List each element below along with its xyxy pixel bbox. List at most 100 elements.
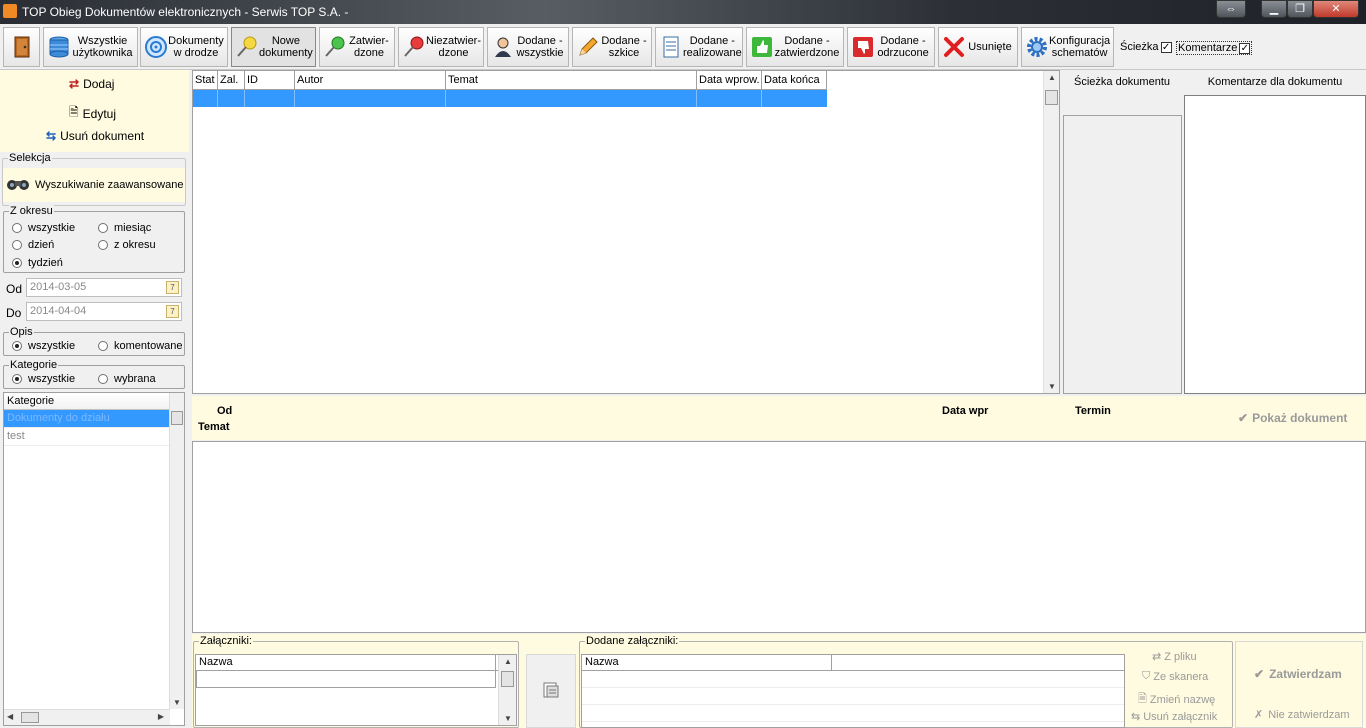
pencil-icon [576, 35, 600, 59]
added-attachments-extra-column[interactable] [832, 655, 1124, 670]
scroll-thumb[interactable] [21, 712, 39, 723]
period-range-radio[interactable]: z okresu [98, 239, 156, 251]
category-vertical-scrollbar[interactable]: ▼ [169, 393, 184, 709]
category-horizontal-scrollbar[interactable]: ◀ ▶ [4, 709, 170, 725]
path-checkbox[interactable]: ✓ [1160, 41, 1172, 53]
restore-window-button[interactable]: ⇔ [1216, 0, 1246, 18]
description-all-label: wszystkie [28, 340, 76, 352]
added-all-button[interactable]: Dodane - wszystkie [487, 27, 569, 67]
thumbs-up-icon [750, 35, 774, 59]
period-month-radio[interactable]: miesiąc [98, 222, 151, 234]
column-subject[interactable]: Temat [446, 71, 697, 89]
added-attachment-row[interactable] [582, 688, 1124, 705]
radio-circle [12, 223, 22, 233]
added-drafts-button[interactable]: Dodane - szkice [572, 27, 652, 67]
edit-document-button[interactable]: 🗎 Edytuj [69, 103, 116, 124]
added-approved-label: Dodane - zatwierdzone [774, 35, 840, 59]
table-cell [218, 90, 245, 107]
column-date-in[interactable]: Data wprow. [697, 71, 762, 89]
advanced-search-button[interactable]: Wyszukiwanie zaawansowane [3, 168, 185, 202]
scroll-thumb[interactable] [501, 671, 514, 687]
exit-button[interactable] [3, 27, 40, 67]
comments-toggle[interactable]: Komentarze ✓ [1176, 41, 1253, 55]
description-all-radio[interactable]: wszystkie [12, 340, 75, 352]
attachments-section: Załączniki: Nazwa ▲ ▼ Dodane załączniki:… [192, 634, 1366, 728]
added-in-progress-button[interactable]: Dodane - realizowane [655, 27, 743, 67]
remove-attachment-button[interactable]: ⇆ Usuń załącznik [1131, 710, 1217, 724]
path-toggle[interactable]: Ścieżka ✓ [1120, 41, 1172, 53]
attachment-row[interactable] [196, 671, 496, 688]
documents-in-transit-button[interactable]: Dokumenty w drodze [140, 27, 228, 67]
schema-config-button[interactable]: Konfiguracja schematów [1021, 27, 1114, 67]
scroll-up-icon[interactable]: ▲ [1048, 73, 1056, 82]
calendar-icon[interactable]: 7 [166, 305, 179, 318]
period-all-radio[interactable]: wszystkie [12, 222, 75, 234]
new-documents-button[interactable]: Nowe dokumenty [231, 27, 316, 67]
scroll-down-icon[interactable]: ▼ [1048, 382, 1056, 391]
category-all-radio[interactable]: wszystkie [12, 373, 75, 385]
added-attachment-row[interactable] [582, 705, 1124, 722]
reject-button[interactable]: ✗ Nie zatwierdzam [1254, 708, 1350, 722]
approved-button[interactable]: Zatwier- dzone [319, 27, 395, 67]
scroll-thumb[interactable] [171, 411, 183, 425]
attachments-scrollbar[interactable]: ▲ ▼ [498, 655, 516, 725]
scroll-thumb[interactable] [1045, 90, 1058, 105]
category-item[interactable]: Dokumenty do działu [4, 410, 170, 428]
minimize-button[interactable]: ▁ [1261, 0, 1287, 18]
deleted-label: Usunięte [968, 41, 1012, 53]
close-button[interactable]: ✕ [1313, 0, 1359, 18]
delete-document-button[interactable]: ⇆ Usuń dokument [46, 129, 144, 143]
add-document-button[interactable]: ⇄ Dodaj [69, 77, 114, 91]
document-comments-panel[interactable] [1184, 95, 1366, 394]
show-document-label: Pokaż dokument [1252, 411, 1348, 425]
column-author[interactable]: Autor [295, 71, 446, 89]
all-user-documents-button[interactable]: Wszystkie użytkownika [43, 27, 138, 67]
column-status[interactable]: Stat [193, 71, 218, 89]
approve-label: Zatwierdzam [1269, 667, 1342, 681]
added-approved-button[interactable]: Dodane - zatwierdzone [746, 27, 844, 67]
date-from-input[interactable]: 2014-03-05 7 [26, 278, 182, 297]
document-body[interactable] [192, 441, 1366, 633]
date-to-input[interactable]: 2014-04-04 7 [26, 302, 182, 321]
attachments-name-column[interactable]: Nazwa [196, 655, 496, 670]
date-to-value: 2014-04-04 [30, 305, 87, 317]
added-attachments-name-column[interactable]: Nazwa [582, 655, 832, 670]
selection-title: Selekcja [8, 152, 52, 164]
grid-vertical-scrollbar[interactable]: ▲ ▼ [1043, 71, 1059, 393]
from-file-button[interactable]: ⇄ Z pliku [1152, 650, 1197, 664]
approve-button[interactable]: ✔ Zatwierdzam [1254, 667, 1342, 681]
period-week-radio[interactable]: tydzień [12, 257, 63, 269]
scroll-right-icon[interactable]: ▶ [158, 712, 164, 721]
calendar-icon[interactable]: 7 [166, 281, 179, 294]
table-row-selected[interactable] [193, 90, 827, 107]
app-rss-icon [3, 4, 17, 18]
category-chosen-radio[interactable]: wybrana [98, 373, 156, 385]
column-id[interactable]: ID [245, 71, 295, 89]
column-attachments[interactable]: Zal. [218, 71, 245, 89]
not-approved-button[interactable]: Niezatwier- dzone [398, 27, 484, 67]
show-document-button[interactable]: ✔ Pokaż dokument [1238, 411, 1347, 425]
scroll-down-icon[interactable]: ▼ [173, 698, 181, 707]
category-item[interactable]: test [4, 428, 170, 446]
deleted-button[interactable]: Usunięte [938, 27, 1018, 67]
attachments-list: Nazwa ▲ ▼ [195, 654, 517, 726]
scroll-up-icon[interactable]: ▲ [504, 657, 512, 666]
column-date-end[interactable]: Data końca [762, 71, 827, 89]
rename-button[interactable]: 🗎 Zmień nazwę [1138, 690, 1215, 709]
maximize-button[interactable]: ❐ [1287, 0, 1313, 18]
attachments-header: Nazwa [196, 655, 516, 671]
period-day-radio[interactable]: dzień [12, 239, 54, 251]
period-all-label: wszystkie [28, 222, 76, 234]
scroll-left-icon[interactable]: ◀ [7, 712, 13, 721]
from-scanner-button[interactable]: ⛉ Ze skanera [1142, 670, 1208, 683]
open-attachment-button[interactable] [526, 654, 576, 728]
scroll-down-icon[interactable]: ▼ [504, 714, 512, 723]
check-icon: ✔ [1238, 411, 1249, 425]
added-attachment-row[interactable] [582, 671, 1124, 688]
comments-checkbox[interactable]: ✓ [1239, 42, 1251, 54]
edit-label: Edytuj [82, 106, 117, 121]
description-commented-radio[interactable]: komentowane [98, 340, 183, 352]
table-cell [245, 90, 295, 107]
document-path-title: Ścieżka dokumentu [1074, 76, 1170, 88]
added-rejected-button[interactable]: Dodane - odrzucone [847, 27, 935, 67]
